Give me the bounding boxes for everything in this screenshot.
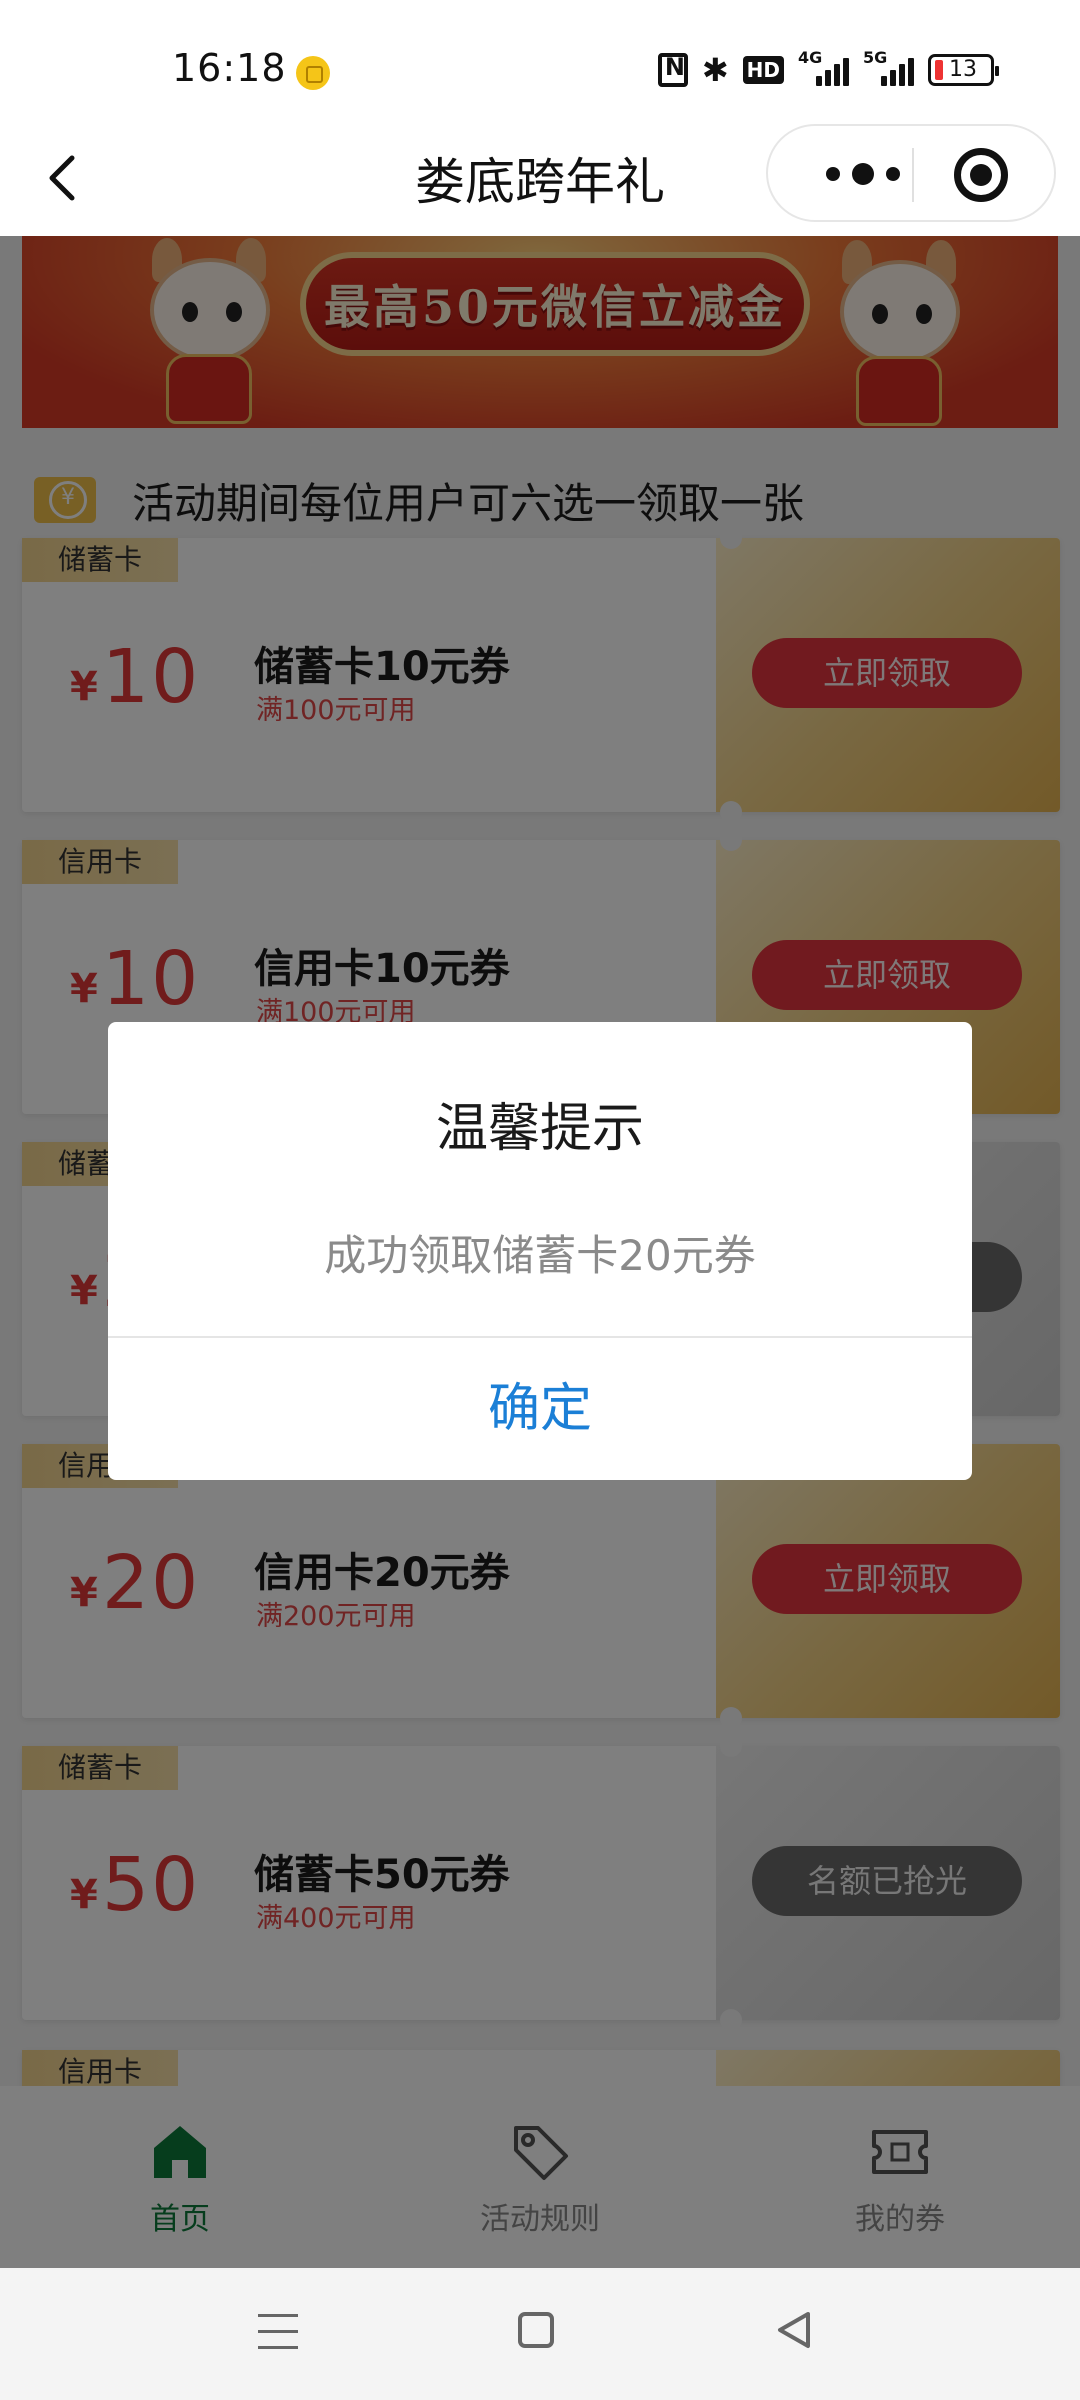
mini-program-capsule <box>766 124 1056 222</box>
status-icons: ✱ HD 4G 5G 13 <box>657 48 999 90</box>
hd-icon: HD <box>742 52 784 88</box>
signal-4g-icon: 4G <box>798 48 849 86</box>
close-target-icon[interactable] <box>954 148 1008 202</box>
back-triangle-icon[interactable] <box>772 2308 816 2352</box>
capsule-divider <box>912 148 914 202</box>
dialog-message: 成功领取储蓄卡20元券 <box>324 1231 756 1280</box>
signal-5g-icon: 5G <box>863 48 914 86</box>
system-nav-bar <box>0 2268 1080 2400</box>
battery-icon: 13 <box>928 54 999 86</box>
nav-bar: 娄底跨年礼 <box>0 118 1080 236</box>
bluetooth-icon: ✱ <box>701 51 729 89</box>
app-notification-icon <box>296 56 330 90</box>
more-icon[interactable] <box>808 162 918 186</box>
status-bar: 16:18 ✱ HD 4G 5G 13 <box>0 0 1080 118</box>
status-time: 16:18 <box>172 46 287 90</box>
menu-icon[interactable] <box>258 2314 298 2350</box>
confirm-button[interactable]: 确定 <box>108 1338 972 1480</box>
nfc-icon <box>657 52 688 88</box>
dialog-title: 温馨提示 <box>435 1099 644 1159</box>
app-screen: 16:18 ✱ HD 4G 5G 13 娄底跨年礼 <box>0 0 1080 2400</box>
battery-level: 13 <box>949 57 977 82</box>
home-square-icon[interactable] <box>518 2312 554 2348</box>
alert-dialog: 温馨提示 成功领取储蓄卡20元券 确定 <box>108 1022 972 1480</box>
